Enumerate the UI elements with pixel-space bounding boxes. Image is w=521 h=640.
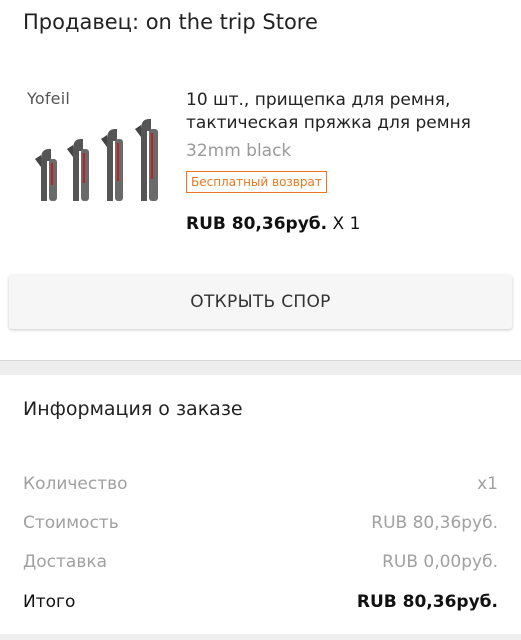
info-label: Итого bbox=[23, 592, 76, 612]
section-divider bbox=[0, 360, 521, 375]
info-value: RUB 0,00руб. bbox=[382, 552, 498, 572]
info-value: RUB 80,36руб. bbox=[356, 592, 498, 612]
info-value: RUB 80,36руб. bbox=[371, 513, 498, 533]
product-quantity: X 1 bbox=[332, 214, 361, 234]
info-row-total: Итого RUB 80,36руб. bbox=[23, 590, 498, 614]
bottom-strip bbox=[0, 634, 521, 640]
product-variant: 32mm black bbox=[186, 141, 292, 161]
seller-title[interactable]: Продавец: on the trip Store bbox=[23, 10, 318, 34]
brand-logo-text: Yofeil bbox=[27, 89, 71, 108]
product-image[interactable]: Yofeil bbox=[23, 85, 173, 215]
open-dispute-button[interactable]: ОТКРЫТЬ СПОР bbox=[9, 275, 512, 329]
info-label: Стоимость bbox=[23, 513, 119, 533]
price-line: RUB 80,36руб. X 1 bbox=[186, 214, 360, 234]
info-label: Количество bbox=[23, 474, 128, 494]
info-row-cost: Стоимость RUB 80,36руб. bbox=[23, 511, 498, 535]
product-title[interactable]: 10 шт., прищепка для ремня, тактическая … bbox=[186, 89, 506, 135]
order-info-title: Информация о заказе bbox=[23, 398, 243, 420]
info-row-quantity: Количество x1 bbox=[23, 472, 498, 496]
info-value: x1 bbox=[477, 474, 498, 494]
info-label: Доставка bbox=[23, 552, 108, 572]
info-row-shipping: Доставка RUB 0,00руб. bbox=[23, 550, 498, 574]
product-price: RUB 80,36руб. bbox=[186, 214, 328, 234]
free-return-badge: Бесплатный возврат bbox=[186, 171, 327, 193]
